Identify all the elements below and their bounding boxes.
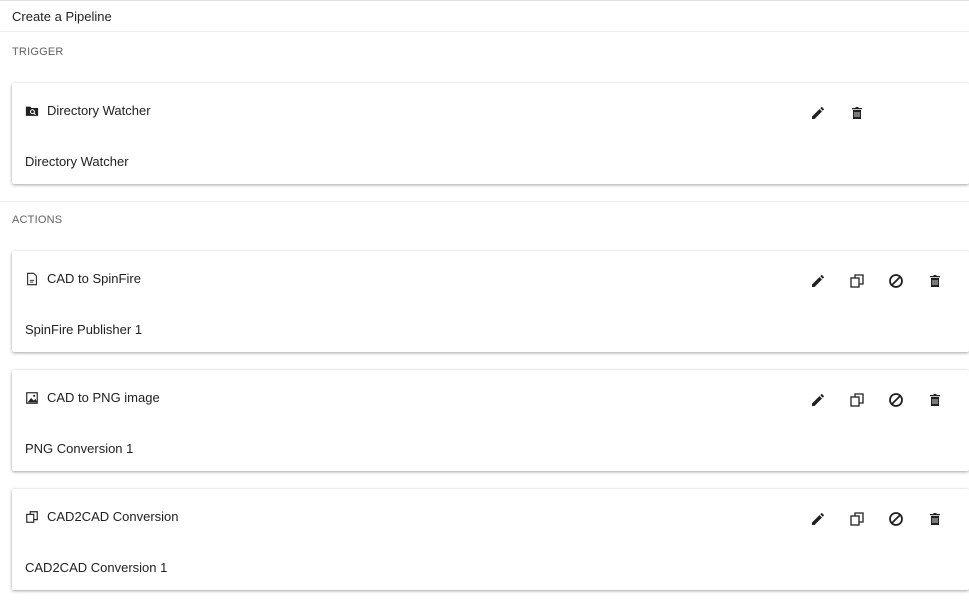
duplicate-button[interactable]	[845, 388, 869, 412]
disable-button[interactable]	[884, 507, 908, 531]
copy-convert-icon	[25, 510, 39, 524]
duplicate-button[interactable]	[845, 507, 869, 531]
trigger-section-label: TRIGGER	[12, 46, 64, 58]
block-icon	[889, 393, 903, 407]
trigger-subtitle: Directory Watcher	[25, 154, 129, 169]
action-card[interactable]: CAD2CAD Conversion CAD2CAD Conversion 1	[12, 489, 969, 590]
edit-button[interactable]	[806, 388, 830, 412]
action-subtitle: SpinFire Publisher 1	[25, 322, 143, 337]
pencil-icon	[812, 513, 824, 525]
trigger-card-title: Directory Watcher	[25, 103, 151, 118]
block-icon	[889, 274, 903, 288]
action-title-text: CAD to PNG image	[47, 390, 160, 405]
action-subtitle: PNG Conversion 1	[25, 441, 134, 456]
copy-icon	[850, 393, 864, 407]
trigger-title-text: Directory Watcher	[47, 103, 151, 118]
pencil-icon	[812, 107, 824, 119]
edit-button[interactable]	[806, 269, 830, 293]
actions-section-label: ACTIONS	[12, 214, 63, 226]
delete-button[interactable]	[923, 388, 947, 412]
page-title: Create a Pipeline	[12, 8, 112, 24]
action-card[interactable]: CAD to PNG image PNG Conversion 1	[12, 370, 969, 471]
trigger-card[interactable]: Directory Watcher Directory Watcher	[12, 83, 969, 184]
trash-icon	[930, 394, 940, 406]
action-card-title: CAD to SpinFire	[25, 271, 141, 286]
trash-icon	[852, 107, 862, 119]
folder-search-icon	[25, 104, 39, 118]
action-card-title: CAD2CAD Conversion	[25, 509, 179, 524]
disable-button[interactable]	[884, 269, 908, 293]
action-title-text: CAD to SpinFire	[47, 271, 141, 286]
copy-icon	[850, 512, 864, 526]
pencil-icon	[812, 394, 824, 406]
block-icon	[889, 512, 903, 526]
action-subtitle: CAD2CAD Conversion 1	[25, 560, 168, 575]
delete-button[interactable]	[845, 101, 869, 125]
image-file-icon	[25, 391, 39, 405]
trash-icon	[930, 513, 940, 525]
action-card-title: CAD to PNG image	[25, 390, 160, 405]
delete-button[interactable]	[923, 269, 947, 293]
edit-button[interactable]	[806, 507, 830, 531]
page-header: Create a Pipeline	[0, 0, 969, 32]
action-card[interactable]: CAD to SpinFire SpinFire Publisher 1	[12, 251, 969, 352]
action-title-text: CAD2CAD Conversion	[47, 509, 179, 524]
edit-button[interactable]	[806, 101, 830, 125]
duplicate-button[interactable]	[845, 269, 869, 293]
copy-icon	[850, 274, 864, 288]
trash-icon	[930, 275, 940, 287]
disable-button[interactable]	[884, 388, 908, 412]
delete-button[interactable]	[923, 507, 947, 531]
pencil-icon	[812, 275, 824, 287]
file-document-icon	[25, 272, 39, 286]
